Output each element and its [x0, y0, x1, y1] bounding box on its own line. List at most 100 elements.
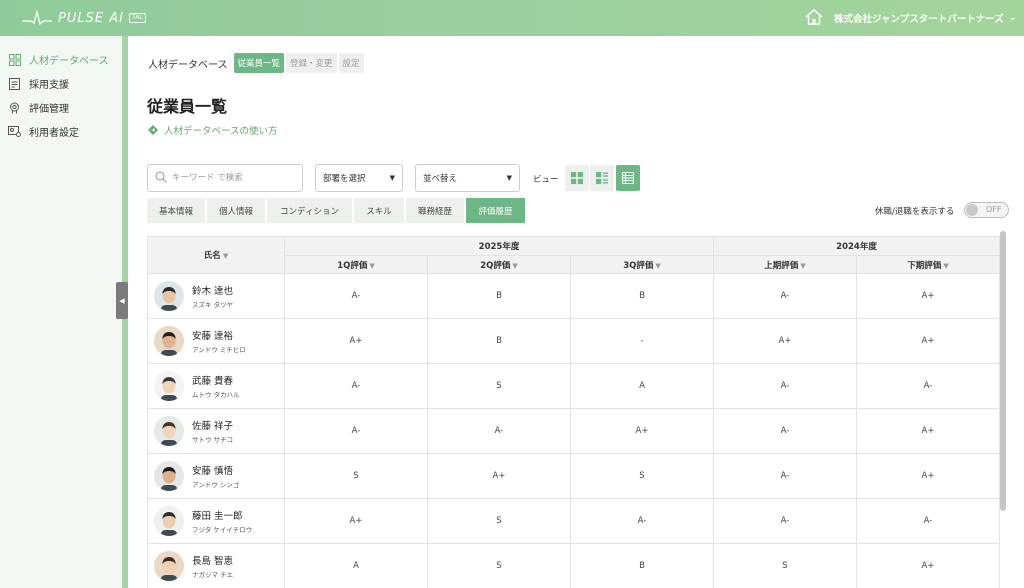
sort-icon: ▼ [369, 261, 375, 270]
sidebar-item-evaluation[interactable]: 評価管理 [8, 100, 69, 115]
search-box[interactable] [147, 164, 303, 192]
score-cell: B [570, 543, 714, 588]
score-cell: A- [427, 408, 571, 454]
employee-cell[interactable]: 安藤 達裕 アンドウ ミチヒロ [147, 318, 285, 364]
score-cell: S [427, 543, 571, 588]
table-row[interactable]: 武藤 貴春 ムトウ タカハル A- S A A- A- [147, 363, 1001, 409]
table-icon [622, 172, 634, 184]
logo-badge: TAL [128, 13, 146, 23]
score-cell: A+ [713, 318, 857, 364]
score-cell: A- [284, 273, 428, 319]
sidebar-collapse-button[interactable]: ◀ [116, 282, 128, 319]
employee-cell[interactable]: 佐藤 祥子 サトウ サチコ [147, 408, 285, 454]
column-header-q3[interactable]: 3Q評価 ▼ [570, 255, 714, 274]
sort-select[interactable]: 並べ替え ▼ [415, 164, 520, 192]
employee-text: 安藤 慎悟 アンドウ シンゴ [192, 463, 239, 489]
employee-text: 藤田 圭一郎フジタ ケイイチロウ [192, 508, 252, 534]
tab-career-history[interactable]: 職務経歴 [406, 198, 464, 223]
home-icon[interactable] [804, 8, 824, 26]
score-cell: A- [855, 498, 1001, 544]
score-cell: B [427, 318, 571, 364]
column-header-first-half[interactable]: 上期評価 ▼ [713, 255, 857, 274]
help-link[interactable]: 人材データベースの使い方 [148, 123, 278, 137]
column-header-label: 1Q評価 [337, 260, 368, 271]
employee-name: 武藤 貴春 [192, 376, 234, 387]
employee-text: 佐藤 祥子 サトウ サチコ [192, 418, 233, 444]
employee-text: 長島 智恵 ナガシマ チエ [192, 553, 233, 579]
employee-kana: フジタ ケイイチロウ [192, 526, 253, 534]
show-inactive-toggle[interactable]: OFF [964, 202, 1009, 218]
score-cell: S [713, 543, 857, 588]
score-cell: A+ [855, 318, 1001, 364]
search-input[interactable] [172, 173, 292, 183]
score-cell: A- [713, 408, 857, 454]
user-settings-icon [8, 125, 21, 138]
employee-info: 藤田 圭一郎フジタ ケイイチロウ [154, 506, 284, 536]
employee-kana: アンドウ シンゴ [192, 481, 240, 489]
table-row[interactable]: 佐藤 祥子 サトウ サチコ A- A- A+ A- A+ [147, 408, 1001, 454]
department-select-value: 部署を選択 [323, 174, 366, 184]
column-header-second-half[interactable]: 下期評価 ▼ [855, 255, 1001, 274]
employee-cell[interactable]: 武藤 貴春ムトウ タカハル [147, 363, 285, 409]
tab-skills[interactable]: スキル [354, 198, 404, 223]
sort-icon: ▼ [943, 261, 949, 270]
employee-kana: ナガシマ チエ [192, 571, 234, 579]
tab-personal-info[interactable]: 個人情報 [207, 198, 265, 223]
score-cell: A+ [570, 408, 714, 454]
score-cell: A- [570, 498, 714, 544]
score-cell: A [570, 363, 714, 409]
tab-evaluation-history[interactable]: 評価履歴 [466, 198, 525, 223]
employee-info: 佐藤 祥子 サトウ サチコ [154, 416, 284, 446]
employee-cell[interactable]: 長島 智恵 ナガシマ チエ [147, 543, 285, 588]
breadcrumb: 人材データベース 従業員一覧 登録・変更 設定 [148, 53, 366, 73]
view-table-button[interactable] [616, 165, 640, 191]
sidebar-item-recruiting[interactable]: 採用支援 [8, 76, 69, 91]
avatar [154, 326, 184, 356]
employee-info: 武藤 貴春ムトウ タカハル [154, 371, 284, 401]
toggle-knob [966, 204, 978, 216]
logo[interactable]: PULSE AI TAL [22, 9, 146, 27]
sidebar-item-user-settings[interactable]: 利用者設定 [8, 124, 79, 139]
help-link-label: 人材データベースの使い方 [164, 126, 278, 137]
search-icon [155, 170, 167, 186]
score-cell: S [570, 453, 714, 499]
score-cell: B [570, 273, 714, 319]
table-row[interactable]: 鈴木 達也 スズキ タツヤ A- B B A- A+ [147, 273, 1001, 319]
tab-basic-info[interactable]: 基本情報 [147, 198, 205, 223]
sidebar: 人材データベース 採用支援 評価管理 利用者設定 [0, 36, 122, 588]
table-body: 鈴木 達也 スズキ タツヤ A- B B A- A+ 安藤 達裕 アンドウ ミチヒロ A+ B - A+… [147, 273, 1001, 588]
card-list-icon [596, 172, 608, 184]
employee-text: 安藤 達裕 アンドウ ミチヒロ [192, 328, 246, 354]
table-row[interactable]: 安藤 達裕 アンドウ ミチヒロ A+ B - A+ A+ [147, 318, 1001, 364]
table-scrollbar[interactable] [1000, 231, 1006, 511]
employee-cell[interactable]: 鈴木 達也 スズキ タツヤ [147, 273, 285, 319]
fiscal-year-2025-header: 2025年度 [284, 236, 714, 256]
employee-info: 鈴木 達也 スズキ タツヤ [154, 281, 284, 311]
employee-cell[interactable]: 藤田 圭一郎フジタ ケイイチロウ [147, 498, 285, 544]
name-column-header[interactable]: 氏名 ▼ [147, 236, 285, 274]
column-header-q1[interactable]: 1Q評価 ▼ [284, 255, 428, 274]
table-row[interactable]: 藤田 圭一郎 フジタ ケイイチロウ A+ S A- A- A- [147, 498, 1001, 544]
company-switcher[interactable]: 株式会社ジャンプスタートパートナーズ ⌄ [834, 11, 1016, 25]
view-label: ビュー [533, 175, 559, 185]
table-row[interactable]: 長島 智恵 ナガシマ チエ A S B S A+ [147, 543, 1001, 588]
employee-kana: ムトウ タカハル [192, 391, 240, 399]
tab-condition[interactable]: コンディション [267, 198, 352, 223]
score-cell: B [427, 273, 571, 319]
employee-cell[interactable]: 安藤 慎悟 アンドウ シンゴ [147, 453, 285, 499]
score-cell: A+ [427, 453, 571, 499]
column-header-q2[interactable]: 2Q評価 ▼ [427, 255, 571, 274]
logo-text: PULSE AI [58, 10, 124, 26]
subnav-employee-list[interactable]: 従業員一覧 [233, 53, 285, 73]
subnav-register-edit[interactable]: 登録・変更 [286, 53, 337, 73]
view-card-button[interactable] [590, 165, 614, 191]
score-cell: A- [284, 408, 428, 454]
subnav-settings[interactable]: 設定 [338, 53, 364, 73]
employee-name: 藤田 圭一郎 [192, 511, 243, 522]
sidebar-item-database[interactable]: 人材データベース [8, 52, 109, 67]
view-grid-button[interactable] [565, 165, 589, 191]
table-row[interactable]: 安藤 慎悟 アンドウ シンゴ S A+ S A- A+ [147, 453, 1001, 499]
department-select[interactable]: 部署を選択 ▼ [315, 164, 403, 192]
page-title: 従業員一覧 [147, 97, 228, 116]
fiscal-year-2024-header: 2024年度 [712, 236, 1001, 256]
